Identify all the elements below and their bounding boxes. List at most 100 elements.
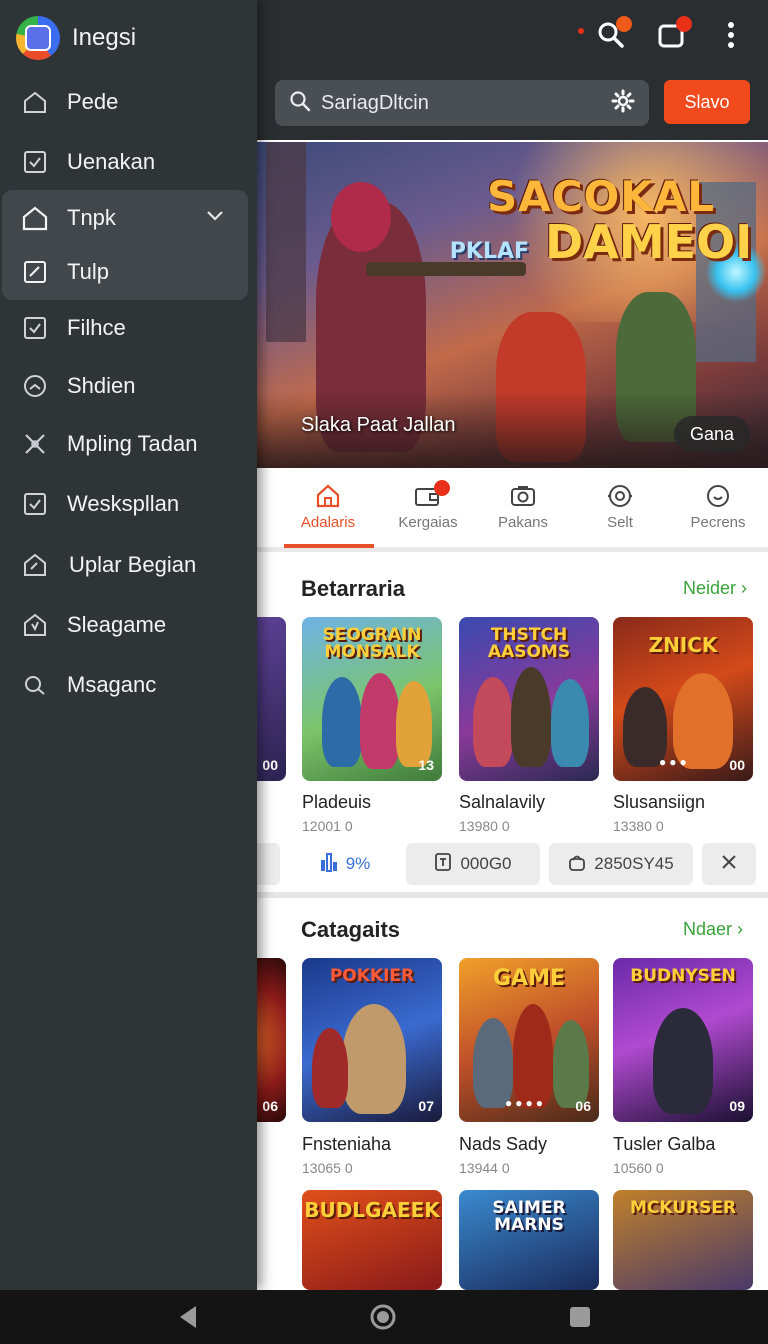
card-name: Fnsteniaha xyxy=(302,1134,392,1154)
percent-chip[interactable]: 9% xyxy=(300,843,390,885)
camera-icon xyxy=(473,482,573,510)
chip-label: 9% xyxy=(345,854,371,873)
drawer-item-tnpk[interactable]: Tnpk xyxy=(0,190,257,246)
home-icon xyxy=(278,482,378,510)
drawer-item-tulp[interactable]: Tulp xyxy=(0,244,257,300)
drawer-item-label: Mpling Tadan xyxy=(67,431,198,456)
card-name: Pladeuis xyxy=(302,792,372,812)
stats-icon xyxy=(320,852,338,877)
drawer-item-mpling-tadan[interactable]: Mpling Tadan xyxy=(0,416,257,472)
card-character xyxy=(396,681,432,767)
tab-label: Adalaris xyxy=(300,514,356,531)
hero-tower xyxy=(266,142,306,342)
game-card[interactable]: BUDNYSEN 09 xyxy=(613,958,753,1122)
tab-label: Pakans xyxy=(497,514,549,531)
tab-pakans[interactable]: Pakans xyxy=(473,482,573,531)
game-card[interactable]: SAIMER MARNS xyxy=(459,1190,599,1290)
tab-label: Kergaias xyxy=(398,514,458,531)
category-tabs: Adalaris Kergaias Pakans Selt Pecrens xyxy=(256,468,768,552)
card-value: 13065 0 xyxy=(302,1160,353,1176)
card-character xyxy=(312,1028,348,1108)
game-card[interactable]: THSTCH AASOMS xyxy=(459,617,599,781)
recents-icon[interactable] xyxy=(568,1305,592,1334)
game-card[interactable]: SEOGRAIN MONSALK 13 xyxy=(302,617,442,781)
card-title-art: MCKURSER xyxy=(629,1198,737,1218)
search-action-button[interactable]: Slavo xyxy=(664,80,750,124)
drawer-item-sleagame[interactable]: Sleagame xyxy=(0,597,257,653)
tab-adalaris[interactable]: Adalaris xyxy=(278,482,378,531)
wallet-icon xyxy=(378,480,478,510)
card-badge: 07 xyxy=(418,1098,434,1114)
drawer-header: Inegsi xyxy=(16,16,136,60)
drawer-item-label: Uplar Begian xyxy=(69,552,197,577)
card-title-art: THSTCH AASOMS xyxy=(487,625,571,662)
chevron-down-icon[interactable] xyxy=(206,209,224,227)
card-title-art: BUDNYSEN xyxy=(630,966,736,986)
code-chip[interactable]: 000G0 xyxy=(406,843,540,885)
check-square-icon xyxy=(22,315,48,341)
drawer-item-filhce[interactable]: Filhce xyxy=(0,300,257,356)
search-input[interactable]: SariagDltcin xyxy=(321,92,611,115)
game-card[interactable]: MCKURSER xyxy=(613,1190,753,1290)
drawer-item-uplar-begian[interactable]: Uplar Begian xyxy=(0,537,257,593)
card-badge: 06 xyxy=(262,1098,278,1114)
card-character xyxy=(653,1008,713,1114)
system-navigation-bar xyxy=(0,1290,768,1344)
search-icon[interactable] xyxy=(594,16,632,52)
drawer-item-uenakan[interactable]: Uenakan xyxy=(0,134,257,190)
close-icon xyxy=(721,854,737,875)
gear-icon[interactable] xyxy=(611,89,635,118)
tag-icon xyxy=(434,852,452,877)
card-value: 13980 0 xyxy=(459,818,510,834)
home-icon xyxy=(22,89,48,115)
card-character xyxy=(513,1004,553,1108)
see-all-link[interactable]: Neider › xyxy=(683,578,747,599)
card-character xyxy=(551,679,589,767)
app-name: Inegsi xyxy=(72,24,137,51)
tab-badge xyxy=(434,480,450,496)
drawer-item-shdien[interactable]: Shdien xyxy=(0,358,257,414)
game-card[interactable]: ZNICK ●●● 00 xyxy=(613,617,753,781)
upload-icon xyxy=(22,552,48,578)
card-name: Nads Sady xyxy=(459,1134,548,1154)
back-icon[interactable] xyxy=(176,1304,200,1335)
card-badge: 00 xyxy=(729,757,745,773)
home-button-icon[interactable] xyxy=(369,1303,397,1336)
game-card[interactable]: BUDLGAEEK xyxy=(302,1190,442,1290)
card-name: Salnalavily xyxy=(459,792,546,812)
drawer-item-label: Tulp xyxy=(67,259,109,284)
chip-label: 2850SY45 xyxy=(594,854,674,873)
more-vert-icon[interactable] xyxy=(714,18,748,52)
drawer-item-pede[interactable]: Pede xyxy=(0,74,257,130)
card-title-art: SAIMER MARNS xyxy=(492,1198,566,1235)
drawer-item-label: Msaganc xyxy=(67,672,157,697)
notification-icon[interactable] xyxy=(654,16,692,52)
tab-kergaias[interactable]: Kergaias xyxy=(378,480,478,531)
target-icon xyxy=(570,482,670,510)
hero-play-button[interactable]: Gana xyxy=(674,416,750,452)
game-card[interactable]: GAME ●●●● 06 xyxy=(459,958,599,1122)
card-character xyxy=(553,1020,589,1108)
chevron-right-icon: › xyxy=(741,578,748,598)
see-all-link[interactable]: Ndaer › xyxy=(683,919,743,940)
search-badge xyxy=(616,16,632,32)
id-chip[interactable]: 2850SY45 xyxy=(549,843,693,885)
check-square-icon xyxy=(22,149,48,175)
drawer-item-msaganc[interactable]: Msaganc xyxy=(0,657,257,713)
section-divider xyxy=(256,892,768,898)
active-tab-indicator xyxy=(284,544,374,548)
tab-pecrens[interactable]: Pecrens xyxy=(668,482,768,531)
drawer-item-label: Filhce xyxy=(67,315,126,340)
search-bar[interactable]: SariagDltcin xyxy=(275,80,649,126)
drawer-item-weskspllan[interactable]: Weskspllan xyxy=(0,476,257,532)
tab-selt[interactable]: Selt xyxy=(570,482,670,531)
see-all-label: Ndaer xyxy=(683,919,733,939)
notification-badge xyxy=(676,16,692,32)
card-name: Tusler Galba xyxy=(613,1134,716,1154)
close-chip[interactable] xyxy=(702,843,756,885)
drawer-item-label: Tnpk xyxy=(67,205,116,230)
game-card[interactable]: POKKIER 07 xyxy=(302,958,442,1122)
app-logo xyxy=(16,16,60,60)
lock-icon xyxy=(568,852,586,877)
check-square-icon xyxy=(22,491,48,517)
